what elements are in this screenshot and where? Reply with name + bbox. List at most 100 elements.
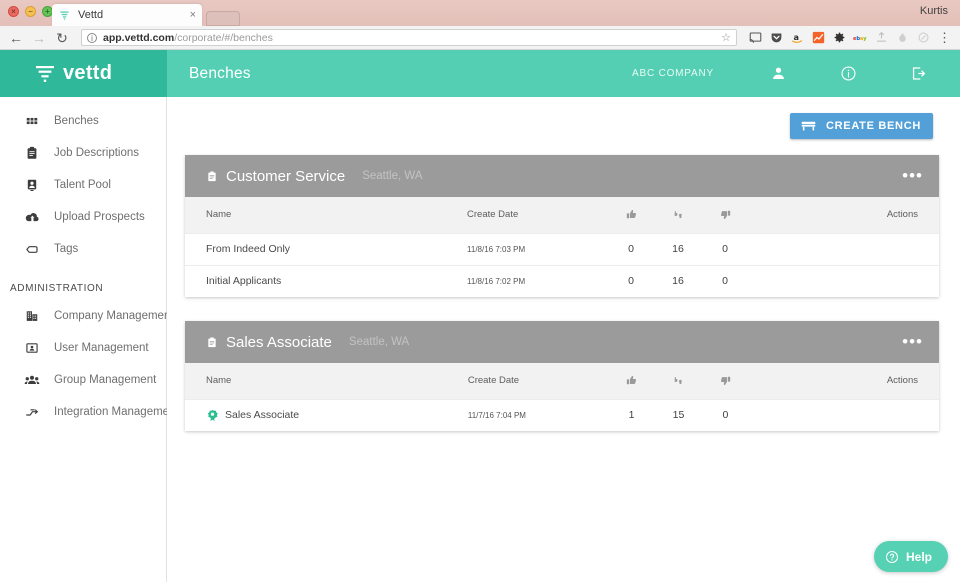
browser-profile-name[interactable]: Kurtis: [920, 5, 948, 17]
new-tab-button[interactable]: [206, 11, 240, 26]
sidebar-item-label: Tags: [54, 243, 79, 255]
info-icon[interactable]: [828, 65, 868, 82]
table-row[interactable]: Initial Applicants 11/8/16 7:02 PM 0 16 …: [185, 265, 939, 297]
site-info-icon[interactable]: i: [87, 32, 97, 43]
thumbs-up-icon: [608, 375, 655, 386]
sidebar-item-company-management[interactable]: Company Management: [0, 300, 174, 332]
column-header-thumbs-down: [702, 363, 749, 399]
thumbs-up-icon: [608, 209, 655, 220]
back-button[interactable]: ←: [8, 30, 24, 46]
sidebar-item-label: User Management: [54, 342, 149, 354]
sidebar-item-user-management[interactable]: User Management: [0, 332, 166, 364]
content-toolbar: CREATE BENCH: [167, 97, 960, 155]
people-icon: [24, 372, 40, 388]
row-thumbs-down-count: 0: [722, 275, 728, 288]
row-spacer: [749, 399, 887, 431]
row-actions[interactable]: [887, 265, 939, 297]
table-row[interactable]: From Indeed Only 11/8/16 7:03 PM 0 16 0: [185, 233, 939, 265]
account-icon[interactable]: [758, 65, 798, 82]
brand-logo[interactable]: vettd: [0, 50, 167, 97]
bench-icon: [800, 119, 817, 133]
logout-icon[interactable]: [898, 65, 938, 82]
row-actions[interactable]: [887, 233, 939, 265]
create-bench-button[interactable]: CREATE BENCH: [790, 113, 933, 139]
browser-tab[interactable]: Vettd ×: [52, 4, 202, 26]
app-header: vettd Benches ABC COMPANY: [0, 50, 960, 97]
tag-icon: [24, 241, 40, 257]
sidebar-item-label: Company Management: [54, 310, 174, 322]
column-header-undecided: [655, 363, 702, 399]
cast-icon[interactable]: [748, 30, 763, 45]
amazon-icon[interactable]: a: [790, 30, 805, 45]
sidebar-item-tags[interactable]: Tags: [0, 233, 166, 265]
bench-card-menu-button[interactable]: •••: [902, 167, 923, 184]
undecided-icon: [655, 375, 702, 386]
browser-titlebar: × − + Vettd × Kurtis: [0, 0, 960, 26]
bookmark-star-icon[interactable]: ☆: [721, 31, 731, 44]
close-window-button[interactable]: ×: [8, 6, 19, 17]
row-name: Initial Applicants: [206, 275, 282, 288]
help-button[interactable]: Help: [873, 541, 948, 572]
sidebar-item-job-descriptions[interactable]: Job Descriptions: [0, 137, 166, 169]
row-thumbs-down-count: 0: [722, 409, 729, 422]
grid-icon: [24, 113, 40, 129]
close-tab-button[interactable]: ×: [186, 9, 196, 21]
url-host: app.vettd.com: [103, 31, 175, 44]
sidebar-item-label: Benches: [54, 115, 99, 127]
row-thumbs-up-count: 0: [628, 275, 634, 288]
sidebar-item-talent-pool[interactable]: Talent Pool: [0, 169, 166, 201]
row-name: From Indeed Only: [206, 243, 291, 255]
sidebar-item-group-management[interactable]: Group Management: [0, 364, 166, 396]
svg-text:a: a: [793, 32, 798, 42]
column-header-create-date: Create Date: [467, 209, 519, 221]
row-thumbs-down-count: 0: [722, 243, 728, 255]
sidebar-item-label: Upload Prospects: [54, 211, 145, 223]
upload-icon: [874, 30, 889, 45]
sidebar-item-upload-prospects[interactable]: Upload Prospects: [0, 201, 166, 233]
row-create-date: 11/8/16 7:03 PM: [467, 244, 526, 254]
pocket-icon[interactable]: [769, 30, 784, 45]
address-bar[interactable]: i app.vettd.com/corporate/#/benches ☆: [81, 29, 737, 46]
sidebar-item-label: Group Management: [54, 374, 157, 386]
sidebar-item-label: Talent Pool: [54, 179, 111, 191]
badge-icon: [24, 177, 40, 193]
brand-name: vettd: [63, 62, 113, 84]
bench-card-title: Sales Associate: [226, 333, 332, 351]
clipboard-icon: [206, 336, 218, 349]
drop-icon: [895, 30, 910, 45]
green-rosette-icon: [206, 409, 219, 422]
app-header-actions: ABC COMPANY: [632, 65, 960, 82]
browser-window: × − + Vettd × Kurtis ← → ↻ i app.vettd.c…: [0, 0, 960, 582]
analytics-icon[interactable]: [811, 30, 826, 45]
bench-card: Customer Service Seattle, WA ••• Name Cr…: [185, 155, 939, 297]
tab-strip: Vettd ×: [52, 4, 240, 26]
clipboard-icon: [24, 145, 40, 161]
row-name: Sales Associate: [185, 399, 468, 431]
bench-card-menu-button[interactable]: •••: [902, 333, 923, 350]
minimize-window-button[interactable]: −: [25, 6, 36, 17]
bench-table: Name Create Date: [185, 363, 939, 431]
row-undecided-count: 16: [672, 243, 684, 255]
reload-button[interactable]: ↻: [54, 30, 70, 46]
column-header-thumbs-up: [608, 197, 655, 233]
sidebar-section-administration: ADMINISTRATION: [10, 283, 104, 294]
sidebar-item-integration-management[interactable]: Integration Management: [0, 396, 179, 428]
row-thumbs-up-count: 1: [628, 409, 635, 422]
row-actions[interactable]: [887, 399, 939, 431]
cloud-upload-icon: [24, 209, 40, 225]
column-header-actions: Actions: [886, 375, 918, 387]
sidebar-item-label: Integration Management: [54, 406, 179, 418]
column-header-spacer: [749, 363, 887, 399]
forward-button[interactable]: →: [31, 30, 47, 46]
sidebar-item-benches[interactable]: Benches: [0, 105, 166, 137]
gear-icon[interactable]: [832, 30, 847, 45]
building-icon: [24, 308, 40, 324]
table-row[interactable]: Sales Associate 11/7/16 7:04 PM 1 15 0: [185, 399, 939, 431]
bench-card-header: Customer Service Seattle, WA •••: [185, 155, 939, 197]
question-circle-icon: [885, 550, 899, 564]
ebay-icon[interactable]: e b a y: [853, 30, 868, 45]
column-header-actions: Actions: [886, 209, 918, 221]
vettd-funnel-icon: [34, 64, 56, 84]
browser-menu-button[interactable]: ⋮: [937, 30, 952, 45]
merge-icon: [24, 404, 40, 420]
